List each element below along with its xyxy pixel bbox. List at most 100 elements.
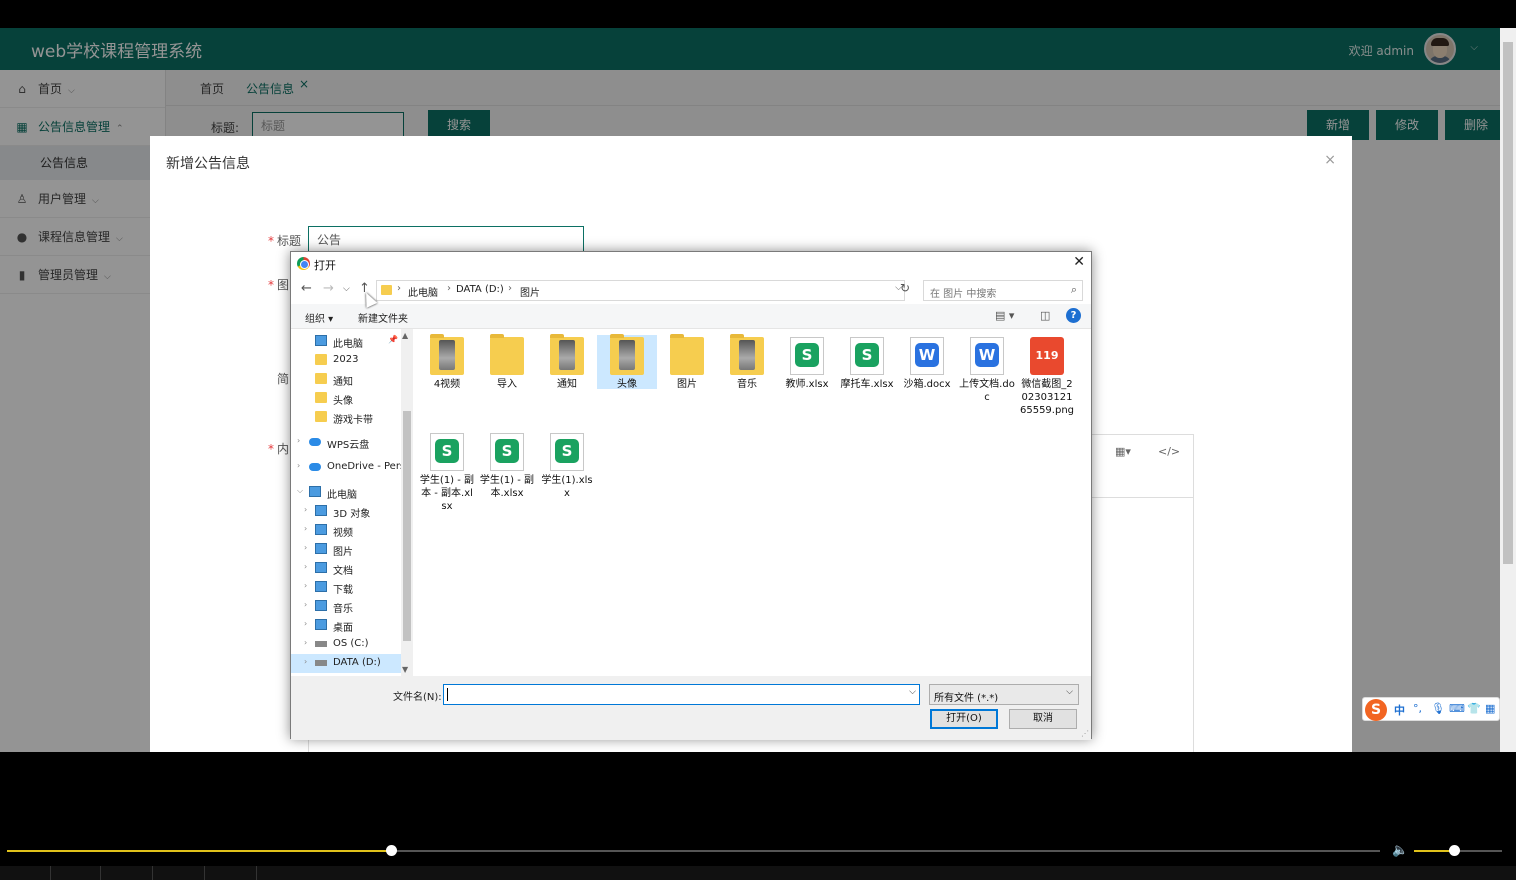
tree-item[interactable]: › 视频 bbox=[291, 521, 401, 540]
page-scrollbar[interactable] bbox=[1500, 28, 1516, 752]
file-item[interactable]: S 学生(1) - 副本.xlsx bbox=[477, 431, 537, 511]
folder-search-input[interactable]: 在 图片 中搜索 ⌕ bbox=[923, 280, 1083, 301]
seek-handle[interactable] bbox=[386, 845, 398, 856]
file-item[interactable]: W 沙箱.docx bbox=[897, 335, 957, 390]
chevron-down-icon[interactable]: ⌵ bbox=[909, 687, 916, 697]
resize-grip-icon[interactable]: ⋰ bbox=[1081, 729, 1089, 738]
recent-dropdown-icon[interactable]: ⌵ bbox=[343, 284, 350, 294]
file-item[interactable]: S 学生(1).xlsx bbox=[537, 431, 597, 511]
refresh-icon[interactable]: ↻ bbox=[900, 281, 910, 295]
folder-icon bbox=[315, 392, 327, 403]
file-item[interactable]: 音乐 bbox=[717, 334, 777, 390]
scroll-down-icon[interactable]: ▼ bbox=[402, 665, 408, 674]
view-options-icon[interactable]: ▤ ▾ bbox=[995, 309, 1014, 322]
keyboard-icon[interactable]: ⌨ bbox=[1449, 702, 1465, 715]
punctuation-icon[interactable]: °, bbox=[1413, 702, 1422, 715]
chevron-right-icon[interactable]: › bbox=[304, 543, 307, 552]
tree-item[interactable]: 头像 bbox=[291, 389, 401, 408]
back-arrow-icon[interactable]: ← bbox=[301, 281, 312, 296]
close-icon[interactable]: ✕ bbox=[1073, 254, 1085, 270]
tree-item[interactable]: › OS (C:) bbox=[291, 635, 401, 654]
chevron-down-icon[interactable]: ⌵ bbox=[297, 486, 303, 496]
chevron-right-icon[interactable]: › bbox=[304, 619, 307, 628]
tree-item-label: 游戏卡带 bbox=[333, 415, 373, 426]
navigation-tree: 此电脑 📌 2023 通知 头像游戏卡带 › WPS云盘 › OneDrive - Perso ⌵… bbox=[291, 329, 413, 676]
ime-toolbar: S 中 °, 🎙 ⌨ 👕 ▦ bbox=[1362, 697, 1500, 721]
player-controls-strip bbox=[0, 866, 1516, 880]
scroll-thumb[interactable] bbox=[1503, 42, 1513, 564]
new-folder-button[interactable]: 新建文件夹 bbox=[358, 310, 408, 325]
tree-item[interactable]: › 桌面 bbox=[291, 616, 401, 635]
title-label-text: 标题 bbox=[277, 234, 302, 248]
file-name: 教师.xlsx bbox=[785, 379, 829, 390]
tree-item[interactable]: › 下载 bbox=[291, 578, 401, 597]
file-item[interactable]: S 教师.xlsx bbox=[777, 335, 837, 390]
tree-item[interactable]: › WPS云盘 bbox=[291, 433, 401, 452]
file-item[interactable]: 头像 bbox=[597, 334, 657, 390]
folder-icon bbox=[315, 354, 327, 365]
tree-item[interactable]: 通知 bbox=[291, 370, 401, 389]
filename-input[interactable]: ⌵ bbox=[443, 684, 920, 705]
chevron-right-icon[interactable]: › bbox=[304, 562, 307, 571]
file-item[interactable]: 导入 bbox=[477, 334, 537, 390]
skin-icon[interactable]: 👕 bbox=[1467, 702, 1481, 715]
scroll-thumb[interactable] bbox=[403, 411, 411, 641]
chevron-right-icon[interactable]: › bbox=[304, 600, 307, 609]
chevron-right-icon[interactable]: › bbox=[297, 461, 300, 470]
file-item[interactable]: W 上传文档.doc bbox=[957, 335, 1017, 403]
breadcrumb-item[interactable]: DATA (D:) bbox=[456, 284, 504, 295]
tree-item[interactable]: › OneDrive - Perso bbox=[291, 458, 411, 477]
ime-mode[interactable]: 中 bbox=[1394, 702, 1405, 718]
code-icon[interactable]: </> bbox=[1158, 445, 1180, 458]
help-icon[interactable]: ? bbox=[1066, 308, 1081, 323]
file-item[interactable]: S 摩托车.xlsx bbox=[837, 335, 897, 390]
volume-icon[interactable]: 🔈 bbox=[1392, 843, 1408, 858]
chevron-right-icon[interactable]: › bbox=[297, 436, 300, 445]
address-bar[interactable]: › 此电脑 › DATA (D:) › 图片 ⌵ bbox=[376, 280, 905, 301]
organize-button[interactable]: 组织 ▾ bbox=[305, 310, 333, 325]
tree-item[interactable]: › 文档 bbox=[291, 559, 401, 578]
chevron-right-icon[interactable]: › bbox=[304, 505, 307, 514]
scroll-up-icon[interactable]: ▲ bbox=[402, 331, 408, 340]
tree-item[interactable]: › DATA (D:) bbox=[291, 654, 401, 673]
chevron-right-icon[interactable]: › bbox=[304, 581, 307, 590]
filetype-select[interactable]: 所有文件 (*.*) ⌵ bbox=[929, 684, 1079, 705]
tree-item[interactable]: ⌵ 此电脑 bbox=[291, 483, 401, 502]
close-icon[interactable]: × bbox=[1324, 152, 1336, 168]
tree-scrollbar[interactable]: ▲ ▼ bbox=[401, 329, 413, 676]
file-item[interactable]: 119 微信截图_20230312165559.png bbox=[1017, 335, 1077, 427]
pin-icon: 📌 bbox=[388, 335, 398, 344]
table-icon[interactable]: ▦▾ bbox=[1115, 445, 1131, 458]
volume-slider[interactable] bbox=[1414, 845, 1502, 856]
file-item[interactable]: 图片 bbox=[657, 334, 717, 390]
chevron-right-icon[interactable]: › bbox=[304, 657, 307, 666]
volume-handle[interactable] bbox=[1448, 845, 1460, 856]
tree-item[interactable]: 2023 bbox=[291, 351, 401, 370]
tree-item[interactable]: › 3D 对象 bbox=[291, 502, 401, 521]
tree-item[interactable]: › 音乐 bbox=[291, 597, 401, 616]
tree-item-label: 通知 bbox=[333, 377, 353, 388]
tree-item-label: 此电脑 bbox=[333, 339, 363, 350]
forward-arrow-icon[interactable]: → bbox=[323, 281, 334, 296]
file-item[interactable]: S 学生(1) - 副本 - 副本.xlsx bbox=[417, 431, 477, 512]
breadcrumb-item[interactable]: 图片 bbox=[520, 284, 540, 299]
file-item[interactable]: 通知 bbox=[537, 334, 597, 390]
chevron-right-icon[interactable]: › bbox=[304, 638, 307, 647]
cancel-button[interactable]: 取消 bbox=[1009, 709, 1077, 729]
microphone-icon[interactable]: 🎙 bbox=[1431, 702, 1445, 715]
tree-item[interactable]: 此电脑 📌 bbox=[291, 332, 401, 351]
toolbox-icon[interactable]: ▦ bbox=[1485, 702, 1495, 715]
open-button[interactable]: 打开(O) bbox=[930, 709, 998, 729]
title-input[interactable]: 公告 bbox=[308, 226, 584, 254]
spreadsheet-icon: S bbox=[490, 433, 524, 471]
folder-icon bbox=[315, 411, 327, 422]
title-label: * 标题 bbox=[268, 234, 302, 248]
seek-bar[interactable] bbox=[7, 845, 1380, 856]
ime-logo[interactable]: S bbox=[1365, 699, 1387, 721]
tree-item[interactable]: 游戏卡带 bbox=[291, 408, 401, 427]
tree-item[interactable]: › 图片 bbox=[291, 540, 401, 559]
breadcrumb-item[interactable]: 此电脑 bbox=[408, 284, 438, 299]
file-item[interactable]: 4视频 bbox=[417, 334, 477, 390]
chevron-right-icon[interactable]: › bbox=[304, 524, 307, 533]
preview-pane-icon[interactable]: ◫ bbox=[1040, 309, 1050, 322]
